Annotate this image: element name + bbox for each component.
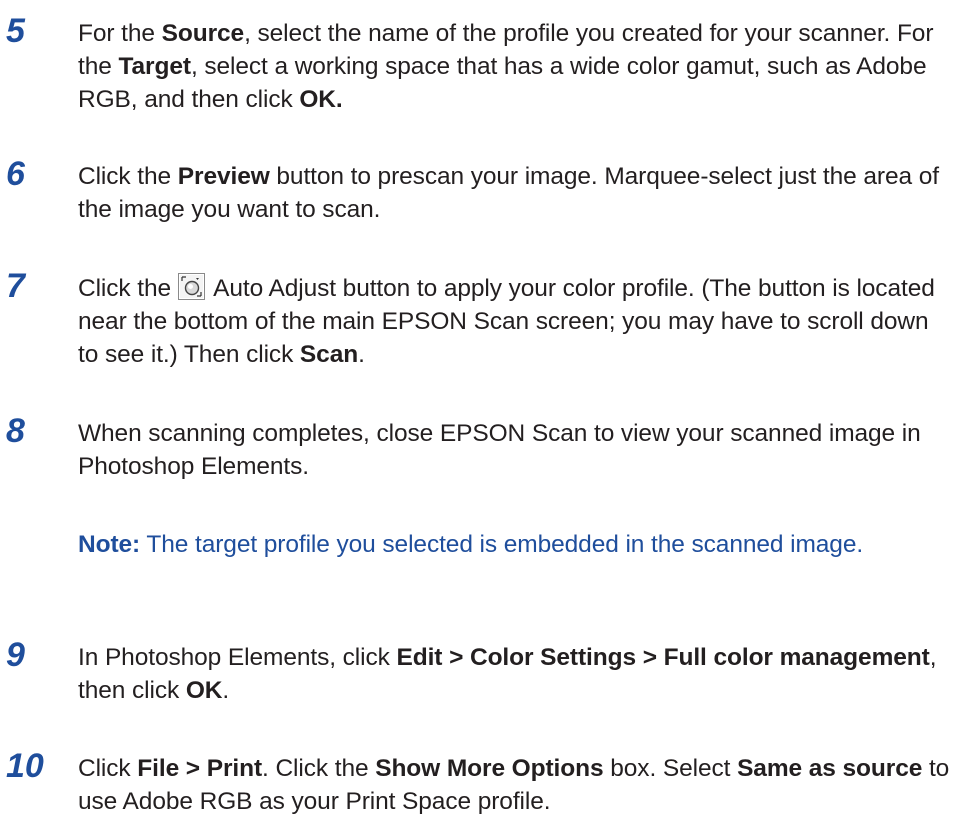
step-text-run: Auto Adjust button to apply your color p… — [78, 275, 935, 368]
bold-term: File > Print — [137, 755, 263, 782]
bold-term: Scan — [299, 341, 359, 368]
step-text-run: Click — [78, 755, 138, 782]
step-text: When scanning completes, close EPSON Sca… — [78, 417, 953, 483]
step-text-run: . Click the — [262, 755, 376, 782]
note-label: Note: — [78, 531, 141, 558]
bold-term: OK — [185, 677, 223, 704]
step-text-run: . — [222, 677, 230, 704]
step-text: Click the Auto Adjust button to apply yo… — [78, 272, 953, 371]
bold-term: Edit > Color Settings > Full color manag… — [396, 644, 930, 671]
note-text: Note: The target profile you selected is… — [78, 528, 953, 561]
note-body: The target profile you selected is embed… — [140, 531, 864, 558]
step-text-run: . — [358, 341, 365, 368]
step-number: 10 — [6, 747, 44, 785]
step-text-run: Click the — [78, 163, 178, 190]
step-text: In Photoshop Elements, click Edit > Colo… — [78, 641, 953, 707]
step-number: 7 — [6, 267, 25, 305]
step-text-run: For the — [78, 20, 162, 47]
step-text: Click File > Print. Click the Show More … — [78, 752, 953, 818]
step-text: For the Source, select the name of the p… — [78, 17, 953, 116]
step-text-run: box. Select — [603, 755, 738, 782]
bold-term: Source — [161, 20, 245, 47]
bold-term: OK. — [299, 86, 343, 113]
step-text-run: , select a working space that has a wide… — [78, 53, 927, 113]
step-text-run: In Photoshop Elements, click — [78, 644, 397, 671]
step-number: 5 — [6, 12, 25, 50]
step-number: 6 — [6, 155, 25, 193]
step-number: 8 — [6, 412, 25, 450]
step-text-run: When scanning completes, close EPSON Sca… — [78, 420, 921, 480]
auto-adjust-icon — [177, 273, 205, 300]
instruction-page: 5 For the Source, select the name of the… — [0, 0, 958, 815]
bold-term: Same as source — [737, 755, 923, 782]
step-text-run: Click the — [78, 275, 178, 302]
step-text: Click the Preview button to prescan your… — [78, 160, 953, 226]
bold-term: Target — [118, 53, 191, 80]
step-number: 9 — [6, 636, 25, 674]
bold-term: Preview — [177, 163, 270, 190]
bold-term: Show More Options — [375, 755, 604, 782]
